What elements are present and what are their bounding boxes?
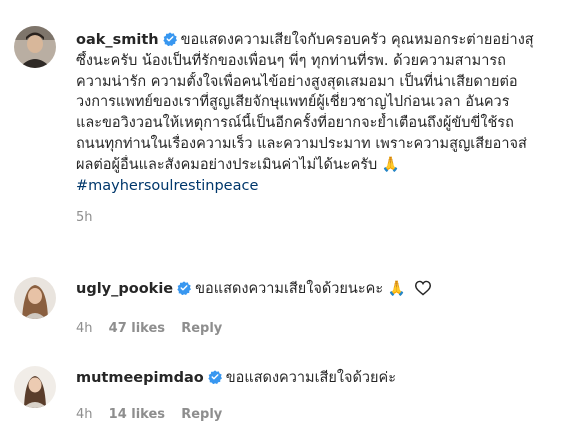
comment-username[interactable]: ugly_pookie: [76, 281, 173, 297]
comment-text-line: ผลต่อผู้อื่นและสังคมอย่างประเมินค่าไม่ได…: [76, 156, 378, 173]
reply-button[interactable]: Reply: [181, 407, 222, 422]
verified-badge-icon: [177, 281, 192, 296]
comment-username[interactable]: oak_smith: [76, 32, 159, 48]
avatar[interactable]: [14, 366, 56, 408]
comment-username[interactable]: mutmeepimdao: [76, 370, 204, 386]
comment-time[interactable]: 4h: [76, 321, 93, 336]
avatar[interactable]: [14, 26, 56, 68]
hashtag-link[interactable]: #mayhersoulrestinpeace: [76, 178, 258, 194]
comment-text-line: วงการแพทย์ของเราที่สูญเสียจักษุแพทย์ผู้เ…: [76, 94, 510, 111]
verified-badge-icon: [208, 370, 222, 385]
praying-hands-icon: 🙏: [381, 156, 400, 173]
comment-time[interactable]: 5h: [76, 210, 93, 225]
comment-text-line: ความน่ารัก ความตั้งใจเพื่อคนไข้อย่างสูงส…: [76, 73, 518, 90]
heart-icon[interactable]: [414, 280, 432, 303]
comment-likes[interactable]: 47 likes: [109, 321, 165, 336]
comment-text-line: และขอวิงวอนให้เหตุการณ์นี้เป็นอีกครั้งที…: [76, 115, 514, 132]
verified-badge-icon: [162, 32, 177, 47]
comment-text-line: ซึ้งนะครับ น้องเป็นที่รักของเพื่อนๆ พี่ๆ…: [76, 52, 506, 69]
praying-hands-icon: 🙏: [387, 281, 406, 297]
comment-text-line: ขอแสดงความเสียใจกับครอบครัว คุณหมอกระต่า…: [180, 32, 534, 48]
comment-time[interactable]: 4h: [76, 407, 93, 422]
comment-likes[interactable]: 14 likes: [109, 407, 165, 422]
comment-text: ขอแสดงความเสียใจด้วยค่ะ: [225, 370, 397, 386]
reply-button[interactable]: Reply: [181, 321, 222, 336]
avatar[interactable]: [14, 277, 56, 319]
comment-text: ขอแสดงความเสียใจด้วยนะคะ: [195, 281, 384, 297]
comment-text-line: ถนนทุกท่านในเรื่องความเร็ว และความประมาท…: [76, 135, 527, 152]
